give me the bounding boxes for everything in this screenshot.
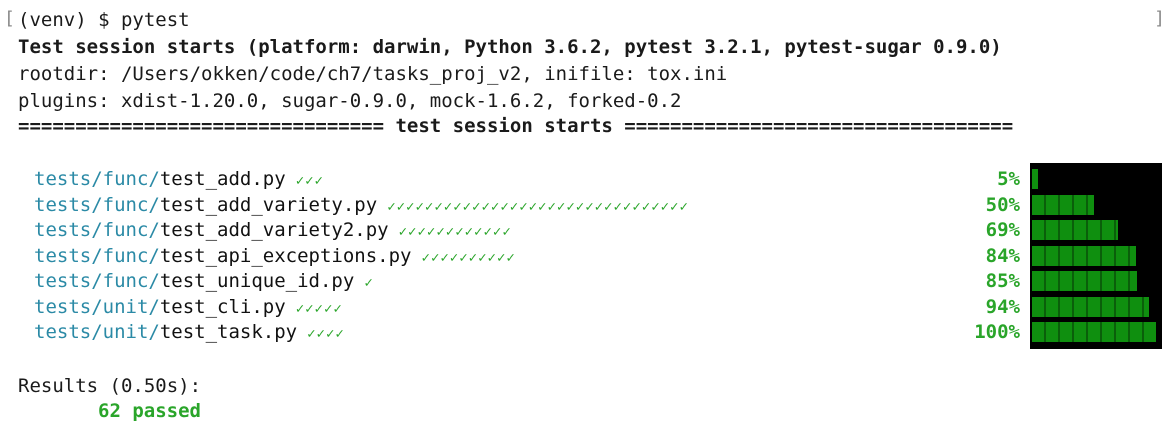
terminal-window[interactable]: [ ] (venv) $ pytest Test session starts … <box>0 0 1171 423</box>
test-row: tests/func/test_add.py ✓✓✓ <box>34 167 324 191</box>
prompt-line: (venv) $ pytest <box>18 9 190 31</box>
pass-checkmarks: ✓✓✓ <box>295 173 324 189</box>
test-percent: 85% <box>985 270 1020 292</box>
right-bracket: ] <box>1154 8 1165 29</box>
test-dir: tests/unit/ <box>34 321 160 343</box>
test-row: tests/func/test_api_exceptions.py ✓✓✓✓✓✓✓… <box>34 244 516 268</box>
test-file: test_task.py <box>159 321 298 343</box>
test-percent: 5% <box>997 168 1020 190</box>
separator-line: ================================ test se… <box>18 115 1014 137</box>
test-file: test_add.py <box>159 168 286 190</box>
progress-bar <box>1032 194 1094 215</box>
progress-bar <box>1032 322 1156 342</box>
test-percent: 69% <box>985 219 1020 241</box>
progress-bar <box>1032 245 1136 266</box>
pass-checkmarks: ✓✓✓✓✓✓✓✓✓✓ <box>421 249 516 266</box>
progress-panel <box>1030 163 1162 349</box>
test-file: test_cli.py <box>159 295 286 318</box>
test-dir: tests/func/ <box>34 193 160 216</box>
pass-checkmarks: ✓✓✓✓✓ <box>295 300 343 317</box>
test-row: tests/func/test_add_variety2.py ✓✓✓✓✓✓✓✓✓… <box>34 218 512 242</box>
test-file: test_add_variety2.py <box>159 219 389 241</box>
rootdir-line: rootdir: /Users/okken/code/ch7/tasks_pro… <box>18 63 728 85</box>
test-file: test_add_variety.py <box>159 193 378 216</box>
test-file: test_unique_id.py <box>159 270 355 292</box>
results-line: Results (0.50s): <box>18 375 202 397</box>
progress-bar <box>1032 271 1137 291</box>
progress-bar <box>1032 220 1118 240</box>
pass-checkmarks: ✓✓✓✓✓✓✓✓✓✓✓✓ <box>398 224 512 240</box>
test-dir: tests/func/ <box>34 270 160 292</box>
test-file: test_api_exceptions.py <box>159 244 412 267</box>
pass-checkmarks: ✓✓✓✓ <box>307 326 345 342</box>
test-percent: 100% <box>974 321 1020 343</box>
test-percent: 94% <box>985 295 1020 318</box>
test-row: tests/func/test_unique_id.py ✓ <box>34 269 374 293</box>
test-dir: tests/func/ <box>34 219 160 241</box>
pass-checkmarks: ✓✓✓✓✓✓✓✓✓✓✓✓✓✓✓✓✓✓✓✓✓✓✓✓✓✓✓✓✓✓✓✓ <box>387 198 689 215</box>
test-percent: 50% <box>985 193 1020 216</box>
progress-bar <box>1032 296 1149 317</box>
test-dir: tests/func/ <box>34 168 160 190</box>
left-bracket: [ <box>4 8 15 29</box>
test-percent: 84% <box>985 244 1020 267</box>
pass-checkmarks: ✓ <box>364 275 374 291</box>
test-dir: tests/unit/ <box>34 295 160 318</box>
test-dir: tests/func/ <box>34 244 160 267</box>
test-row: tests/unit/test_task.py ✓✓✓✓ <box>34 320 345 344</box>
session-header: Test session starts (platform: darwin, P… <box>18 36 1002 58</box>
test-row: tests/func/test_add_variety.py ✓✓✓✓✓✓✓✓✓✓… <box>34 193 689 217</box>
progress-bar <box>1032 169 1038 189</box>
test-row: tests/unit/test_cli.py ✓✓✓✓✓ <box>34 295 343 319</box>
plugins-line: plugins: xdist-1.20.0, sugar-0.9.0, mock… <box>18 90 682 112</box>
passed-count: 62 passed <box>98 400 201 422</box>
